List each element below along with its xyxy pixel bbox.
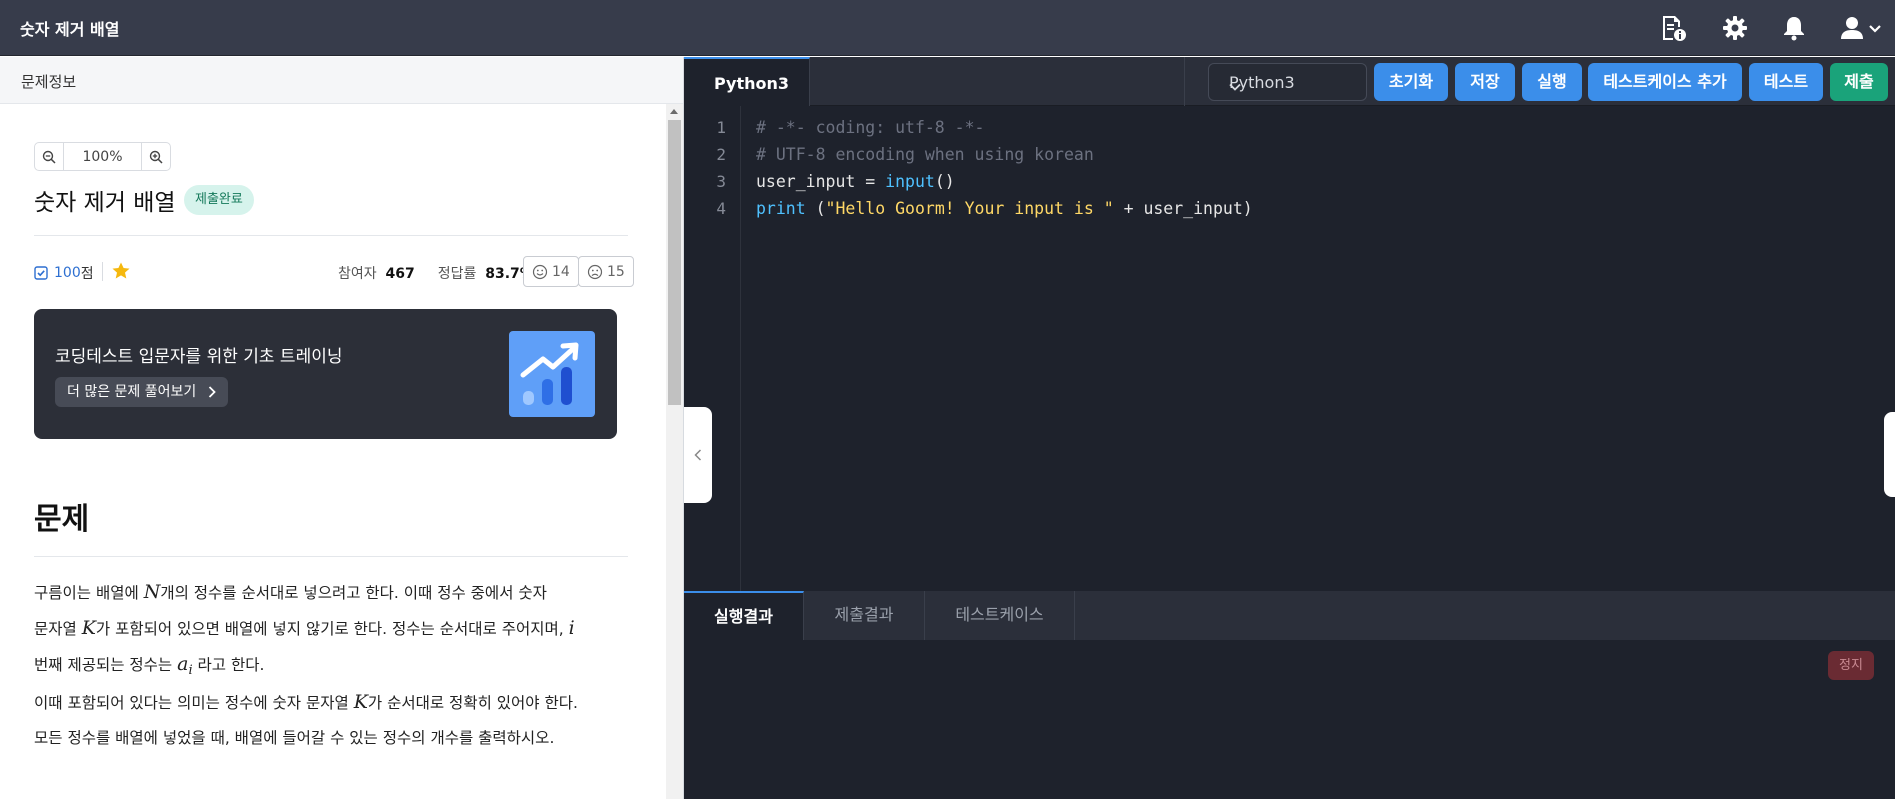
code-line: # UTF-8 encoding when using korean [756,145,1094,164]
score-value: 100 [54,265,81,281]
zoom-in-button[interactable] [142,143,170,170]
top-bar: 숫자 제거 배열 [0,0,1895,56]
line-number-gutter: 1 2 3 4 [684,106,741,591]
problem-panel: 문제정보 100% 숫자 제거 배열 제출완료 100 점 참여자 467 정답률… [0,57,684,799]
frown-icon [587,264,603,279]
problem-info-label: 문제정보 [21,73,77,91]
tab-submit-result[interactable]: 제출결과 [804,591,925,640]
status-badge: 제출완료 [184,185,254,215]
language-select[interactable]: Python3 [1208,63,1367,101]
more-problems-label: 더 많은 문제 풀어보기 [67,384,197,400]
chart-growth-icon [509,331,595,417]
more-problems-button[interactable]: 더 많은 문제 풀어보기 [55,377,229,409]
problem-stats: 참여자 467 정답률 83.7% [338,263,534,283]
code-line: # -*- coding: utf-8 -*- [756,118,985,137]
problem-description: 이때 포함되어 있다는 의미는 정수에 숫자 문자열 K가 순서대로 정확히 있… [34,685,634,756]
problem-title: 숫자 제거 배열 [34,190,176,216]
dislike-button[interactable]: 15 [578,256,634,287]
gear-icon[interactable] [1718,11,1752,45]
tab-python3[interactable]: Python3 [684,57,810,106]
desc-text: 가 순서대로 정확히 있어야 한다. [367,694,578,712]
code-line: user_input = input() [756,172,955,191]
math-symbol: K [81,617,96,639]
zoom-value: 100% [63,143,142,170]
bell-icon[interactable] [1777,11,1811,45]
save-button[interactable]: 저장 [1455,63,1515,101]
document-info-icon[interactable] [1656,11,1690,45]
line-number: 2 [716,145,726,164]
test-button[interactable]: 테스트 [1749,63,1823,101]
zoom-out-icon [42,150,56,164]
accuracy-label: 정답률 [437,266,477,282]
desc-text: 가 포함되어 있으면 배열에 넣지 않기로 한다. 정수는 순서대로 주어지며, [95,620,569,638]
scroll-up-arrow[interactable] [670,109,678,114]
user-menu-icon[interactable] [1836,11,1886,45]
banner-text: 코딩테스트 입문자를 위한 기초 트레이닝 [55,347,343,367]
add-testcase-button[interactable]: 테스트케이스 추가 [1588,63,1742,101]
desc-text: 번째 제공되는 정수는 [34,656,178,674]
code-token: input [885,172,935,191]
output-tabs: 실행결과 제출결과 테스트케이스 [684,591,1895,640]
app-title: 숫자 제거 배열 [20,20,120,39]
scroll-thumb[interactable] [668,120,681,405]
zoom-in-icon [149,150,163,164]
reset-button[interactable]: 초기화 [1374,63,1448,101]
editor-panel: Python3 Python3 초기화 저장 실행 테스트케이스 추가 테스트 … [684,57,1895,799]
tab-testcases[interactable]: 테스트케이스 [925,591,1075,640]
score-unit: 점 [80,266,94,282]
like-count: 14 [552,263,570,280]
expand-panel-handle[interactable] [1884,412,1895,497]
zoom-out-button[interactable] [35,143,63,170]
divider [102,262,103,281]
math-symbol: i [568,617,575,639]
line-number: 3 [716,172,726,191]
promo-banner[interactable]: 코딩테스트 입문자를 위한 기초 트레이닝 더 많은 문제 풀어보기 [34,309,617,439]
desc-text: 모든 정수를 배열에 넣었을 때, 배열에 들어갈 수 있는 정수의 개수를 출… [34,729,555,747]
editor-toolbar: Python3 Python3 초기화 저장 실행 테스트케이스 추가 테스트 … [684,57,1895,106]
chevron-right-icon [208,377,217,409]
run-button[interactable]: 실행 [1522,63,1582,101]
chevron-down-icon [1229,76,1342,95]
code-line: print ("Hello Goorm! Your input is " + u… [756,199,1253,218]
problem-info-tab[interactable]: 문제정보 [0,57,683,104]
divider [34,556,628,557]
code-token: print [756,199,806,218]
section-title: 문제 [34,502,90,537]
math-symbol: N [143,581,161,603]
line-number: 1 [716,118,726,137]
smile-icon [532,264,548,279]
participants-label: 참여자 [338,266,377,282]
score: 100 점 [34,263,94,283]
desc-text: 라고 한다. [192,656,265,674]
code-token: user_input = [756,172,886,191]
math-symbol: K [353,691,368,713]
submit-button[interactable]: 제출 [1830,63,1888,101]
code-token: "Hello Goorm! Your input is " [825,199,1114,218]
tab-label: Python3 [714,74,790,93]
like-button[interactable]: 14 [523,256,579,287]
zoom-control: 100% [34,142,171,171]
desc-text: 문자열 [34,620,82,638]
desc-text: 이때 포함되어 있다는 의미는 정수에 숫자 문자열 [34,694,354,712]
code-editor[interactable]: # -*- coding: utf-8 -*- # UTF-8 encoding… [741,106,1895,591]
checkbox-icon [34,266,48,280]
code-token: + user_input) [1113,199,1253,218]
tab-run-result[interactable]: 실행결과 [684,591,804,640]
divider [1184,57,1185,106]
divider [34,235,628,236]
math-symbol: a [177,653,189,675]
desc-text: 개의 정수를 순서대로 넣으려고 한다. 이때 정수 중에서 숫자 [160,584,547,602]
code-token: () [934,172,955,191]
line-number: 4 [716,199,726,218]
participants-value: 467 [385,266,415,282]
stop-button[interactable]: 정지 [1828,651,1874,680]
code-token: ( [805,199,826,218]
star-icon[interactable] [111,261,131,285]
chevron-left-icon [694,449,702,461]
dislike-count: 15 [607,263,625,280]
problem-description: 구름이는 배열에 N개의 정수를 순서대로 넣으려고 한다. 이때 정수 중에서… [34,575,634,688]
scrollbar[interactable] [666,104,683,799]
collapse-panel-button[interactable] [684,407,712,503]
desc-text: 구름이는 배열에 [34,584,144,602]
